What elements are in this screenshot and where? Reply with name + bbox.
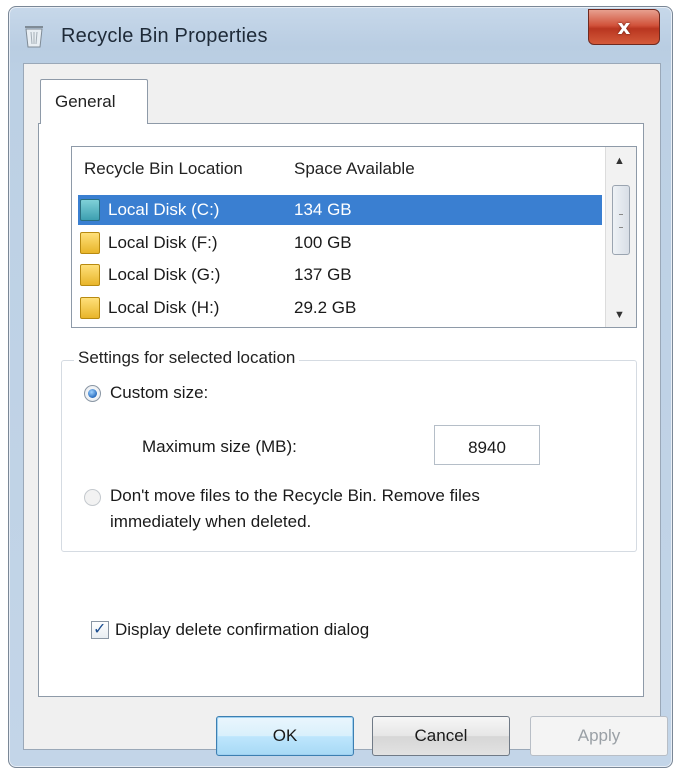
dialog-window: Recycle Bin Properties x General Recycle…: [8, 6, 673, 768]
drive-icon: [80, 199, 100, 221]
list-scrollbar[interactable]: ▲ ▼: [605, 147, 636, 327]
tab-general[interactable]: General: [40, 79, 148, 124]
confirm-delete-label[interactable]: Display delete confirmation dialog: [115, 620, 369, 640]
list-item-local-disk-h[interactable]: Local Disk (H:) 29.2 GB: [78, 293, 602, 323]
window-title: Recycle Bin Properties: [61, 25, 268, 47]
folder-icon: [80, 264, 100, 286]
recycle-bin-location-list[interactable]: Recycle Bin Location Space Available Loc…: [71, 146, 637, 328]
custom-size-radio[interactable]: [84, 385, 101, 402]
settings-group: Settings for selected location Custom si…: [61, 348, 637, 552]
dont-move-files-radio[interactable]: [84, 489, 101, 506]
dont-move-files-label-line2[interactable]: immediately when deleted.: [110, 512, 311, 532]
drive-space: 29.2 GB: [294, 298, 357, 317]
list-header: Recycle Bin Location Space Available: [72, 147, 607, 187]
max-size-label: Maximum size (MB):: [142, 437, 297, 456]
drive-name: Local Disk (H:): [108, 298, 220, 317]
cancel-button[interactable]: Cancel: [372, 716, 510, 756]
drive-space: 137 GB: [294, 265, 352, 284]
drive-name: Local Disk (F:): [108, 233, 218, 252]
list-item-local-disk-g[interactable]: Local Disk (G:) 137 GB: [78, 260, 602, 290]
drive-space: 100 GB: [294, 233, 352, 252]
custom-size-label[interactable]: Custom size:: [110, 383, 208, 403]
scrollbar-thumb[interactable]: [612, 185, 630, 255]
dialog-client-area: General Recycle Bin Location Space Avail…: [23, 63, 668, 756]
drive-name: Local Disk (C:): [108, 200, 220, 219]
checkmark-icon: ✓: [93, 619, 107, 638]
close-button[interactable]: x: [588, 9, 660, 45]
list-item-local-disk-f[interactable]: Local Disk (F:) 100 GB: [78, 228, 602, 258]
folder-icon: [80, 232, 100, 254]
ok-button[interactable]: OK: [216, 716, 354, 756]
max-size-input[interactable]: 8940: [434, 425, 540, 465]
close-icon: x: [617, 15, 631, 39]
scroll-down-arrow-icon[interactable]: ▼: [614, 309, 625, 321]
recycle-bin-icon: [25, 26, 43, 48]
tab-general-label: General: [55, 92, 116, 111]
grip-icon: [619, 214, 623, 228]
column-header-location[interactable]: Recycle Bin Location: [84, 159, 243, 179]
confirm-delete-checkbox[interactable]: ✓: [91, 619, 109, 639]
drive-name: Local Disk (G:): [108, 265, 221, 284]
settings-group-label: Settings for selected location: [74, 348, 300, 368]
general-tab-panel: Recycle Bin Location Space Available Loc…: [38, 123, 644, 697]
folder-icon: [80, 297, 100, 319]
column-header-space[interactable]: Space Available: [294, 159, 415, 179]
scroll-up-arrow-icon[interactable]: ▲: [614, 155, 625, 167]
dont-move-files-label-line1[interactable]: Don't move files to the Recycle Bin. Rem…: [110, 486, 480, 506]
apply-button[interactable]: Apply: [530, 716, 668, 756]
title-bar[interactable]: Recycle Bin Properties x: [9, 7, 672, 61]
list-item-local-disk-c[interactable]: Local Disk (C:) 134 GB: [78, 195, 602, 225]
drive-space: 134 GB: [294, 200, 352, 219]
